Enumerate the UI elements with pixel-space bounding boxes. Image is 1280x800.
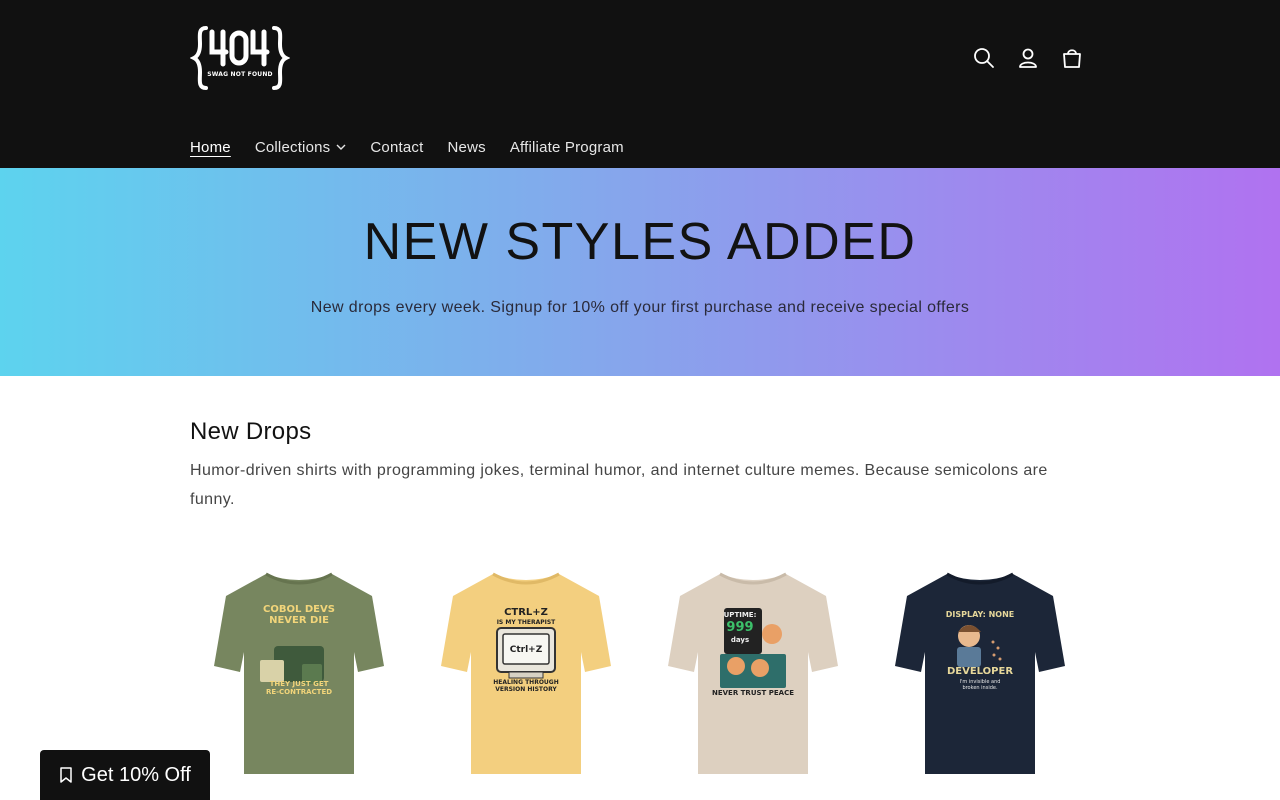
- logo-tagline: SWAG NOT FOUND: [207, 71, 273, 78]
- shirt-graphic-text: THEY JUST GET: [269, 680, 329, 688]
- hero-banner: NEW STYLES ADDED New drops every week. S…: [0, 168, 1280, 376]
- shirt-graphic-text: UPTIME:: [723, 611, 757, 619]
- shirt-graphic-text: DEVELOPER: [946, 666, 1014, 677]
- nav-item-home[interactable]: Home: [190, 139, 231, 156]
- tshirt-image: [441, 572, 611, 774]
- shirt-graphic-text: NEVER DIE: [269, 615, 329, 626]
- shirt-graphic-text: DISPLAY: NONE: [945, 610, 1015, 619]
- main-nav: Home Collections Contact News Affiliate …: [190, 136, 648, 158]
- discount-popup-button[interactable]: Get 10% Off: [40, 750, 210, 800]
- search-icon[interactable]: [970, 44, 998, 72]
- shirt-graphic-text: HEALING THROUGH: [493, 679, 559, 686]
- shirt-graphic-text: Ctrl+Z: [509, 645, 543, 655]
- shirt-graphic-text: VERSION HISTORY: [495, 686, 557, 693]
- nav-item-contact[interactable]: Contact: [370, 139, 423, 156]
- shirt-graphic-text: days: [730, 636, 750, 644]
- nav-label: Affiliate Program: [509, 138, 624, 156]
- nav-label: Home: [190, 138, 231, 156]
- account-icon[interactable]: [1014, 44, 1042, 72]
- shirt-graphic-text: COBOL DEVS: [263, 604, 335, 615]
- hero-subtitle: New drops every week. Signup for 10% off…: [310, 299, 970, 316]
- section-title: New Drops: [190, 418, 312, 445]
- chevron-down-icon: [336, 144, 346, 150]
- shirt-graphic-text: IS MY THERAPIST: [496, 619, 556, 626]
- product-card[interactable]: COBOL DEVS NEVER DIE THEY JUST GET RE-CO…: [190, 556, 408, 796]
- tshirt-image: [214, 572, 384, 774]
- product-card[interactable]: UPTIME: 999 days NEVER TRUST PEACE: [644, 556, 862, 796]
- nav-item-affiliate[interactable]: Affiliate Program: [510, 139, 624, 156]
- shirt-graphic-text: NEVER TRUST PEACE: [711, 689, 795, 697]
- hero-title: NEW STYLES ADDED: [363, 213, 917, 271]
- product-grid: COBOL DEVS NEVER DIE THEY JUST GET RE-CO…: [190, 556, 1090, 796]
- shirt-graphic-text: CTRL+Z: [504, 607, 548, 618]
- site-logo[interactable]: SWAG NOT FOUND: [190, 22, 290, 94]
- discount-label: Get 10% Off: [81, 763, 191, 786]
- nav-item-collections[interactable]: Collections: [255, 139, 347, 156]
- product-card[interactable]: CTRL+Z IS MY THERAPIST Ctrl+Z HEALING TH…: [417, 556, 635, 796]
- section-description: Humor-driven shirts with programming jok…: [190, 462, 1048, 508]
- shirt-graphic-text: 999: [726, 620, 754, 635]
- tshirt-image: [668, 572, 838, 774]
- nav-item-news[interactable]: News: [448, 139, 486, 156]
- product-card[interactable]: DISPLAY: NONE DEVELOPER I'm invisible an…: [871, 556, 1089, 796]
- cart-icon[interactable]: [1058, 44, 1086, 72]
- nav-label: Collections: [254, 138, 331, 156]
- site-header: SWAG NOT FOUND Home Collections Contact …: [0, 0, 1280, 168]
- nav-label: News: [447, 138, 486, 156]
- nav-label: Contact: [370, 138, 424, 156]
- tag-icon: [59, 767, 73, 783]
- shirt-graphic-text: RE-CONTRACTED: [265, 688, 333, 696]
- shirt-graphic-text: broken inside.: [962, 685, 998, 691]
